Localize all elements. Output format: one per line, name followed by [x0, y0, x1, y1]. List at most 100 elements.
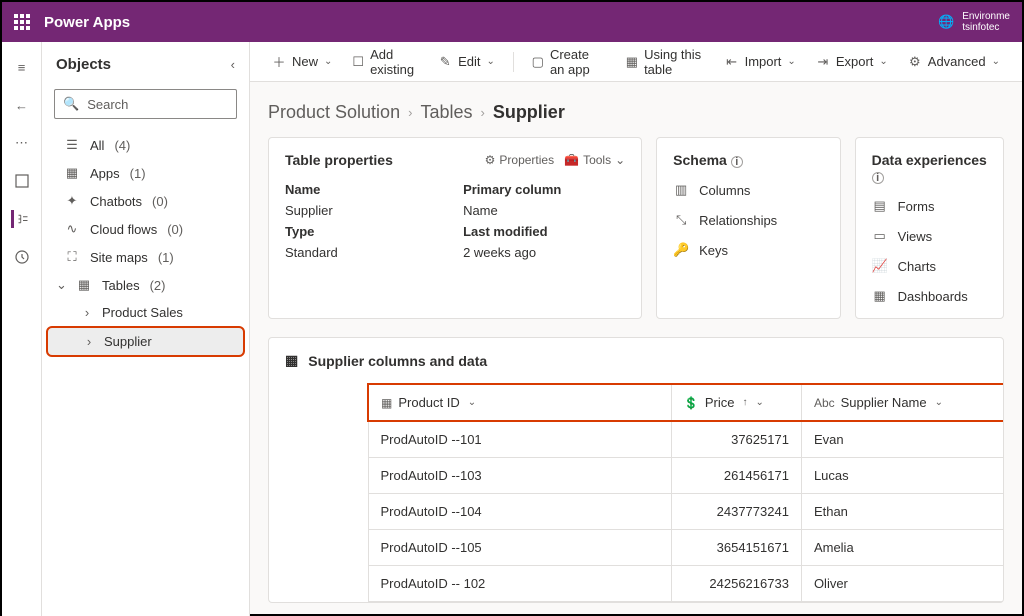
- data-section-title: Supplier columns and data: [308, 353, 487, 369]
- environment-value: tsinfotec: [962, 22, 1010, 33]
- tree-item-chatbots[interactable]: ✦ Chatbots (0): [46, 187, 245, 215]
- app-icon: ▦: [64, 165, 80, 181]
- value-type: Standard: [285, 245, 447, 260]
- form-icon: ▤: [872, 198, 888, 214]
- de-forms[interactable]: ▤Forms: [872, 198, 987, 214]
- search-input[interactable]: 🔍 Search: [54, 89, 237, 119]
- objects-title: Objects: [56, 56, 111, 73]
- tree-item-cloudflows[interactable]: ∿ Cloud flows (0): [46, 215, 245, 243]
- tools-button[interactable]: 🧰Tools⌄: [564, 153, 625, 167]
- nav-icon-tree[interactable]: [11, 210, 29, 228]
- col-supplier-name[interactable]: AbcSupplier Name⌄: [801, 384, 1003, 421]
- search-icon: 🔍: [63, 96, 79, 112]
- schema-card: Schema i ▥Columns ⤡Relationships 🔑Keys: [656, 137, 841, 319]
- schema-columns[interactable]: ▥Columns: [673, 182, 824, 198]
- chevron-down-icon: ⌄: [787, 56, 795, 67]
- sort-asc-icon: ↑: [742, 397, 747, 408]
- pencil-icon: ✎: [438, 54, 452, 70]
- app-launcher-icon[interactable]: [14, 14, 30, 30]
- value-primary: Name: [463, 203, 625, 218]
- view-icon: ▭: [872, 228, 888, 244]
- tree-item-product-sales[interactable]: › Product Sales: [46, 299, 245, 326]
- tree-item-apps[interactable]: ▦ Apps (1): [46, 159, 245, 187]
- table-row[interactable]: ProdAutoID --10137625171EvanGermany: [368, 421, 1004, 458]
- hamburger-icon[interactable]: ≡: [13, 58, 31, 76]
- objects-panel: Objects ‹ 🔍 Search ☰ All (4) ▦ Apps (1) …: [42, 42, 250, 616]
- crumb-current: Supplier: [493, 102, 565, 123]
- tree-item-all[interactable]: ☰ All (4): [46, 131, 245, 159]
- more-icon[interactable]: ⋯: [13, 134, 31, 152]
- label-primary: Primary column: [463, 182, 625, 197]
- gear-icon: ⚙: [485, 153, 496, 167]
- globe-icon: 🌐: [938, 14, 954, 30]
- export-icon: ⇥: [816, 54, 830, 70]
- history-icon[interactable]: [13, 248, 31, 266]
- card-title: Table properties: [285, 152, 393, 168]
- top-banner: Power Apps 🌐 Environme tsinfotec: [2, 2, 1022, 42]
- chevron-down-icon: ⌄: [935, 397, 943, 408]
- de-views[interactable]: ▭Views: [872, 228, 987, 244]
- chevron-right-icon: ›: [480, 105, 484, 120]
- add-existing-button[interactable]: ☐Add existing: [344, 43, 426, 81]
- tree-item-sitemaps[interactable]: ⛶ Site maps (1): [46, 243, 245, 271]
- table-row[interactable]: ProdAutoID --1042437773241EthanCanada: [368, 494, 1004, 530]
- chevron-right-icon: ›: [82, 305, 92, 320]
- chevron-down-icon: ⌄: [615, 153, 625, 167]
- chevron-down-icon: ⌄: [324, 56, 332, 67]
- command-bar: ＋New⌄ ☐Add existing ✎Edit⌄ ▢Create an ap…: [250, 42, 1022, 82]
- table-row[interactable]: ProdAutoID -- 10224256216733OliverAustra…: [368, 566, 1004, 602]
- tree-item-supplier[interactable]: › Supplier: [46, 326, 245, 357]
- chevron-down-icon: ⌄: [992, 56, 1000, 67]
- table-icon: ▦: [626, 54, 638, 70]
- chart-icon: 📈: [872, 258, 888, 274]
- table-icon: ▦: [285, 352, 298, 369]
- info-icon[interactable]: i: [731, 156, 743, 168]
- table-icon: ▦: [76, 277, 92, 293]
- settings-icon: ⚙: [908, 54, 922, 70]
- de-dashboards[interactable]: ▦Dashboards: [872, 288, 987, 304]
- list-icon: ☰: [64, 137, 80, 153]
- import-button[interactable]: ⇤Import⌄: [717, 50, 804, 74]
- advanced-button[interactable]: ⚙Advanced⌄: [900, 50, 1008, 74]
- col-price[interactable]: 💲Price↑⌄: [671, 384, 801, 421]
- crumb-solution[interactable]: Product Solution: [268, 102, 400, 123]
- edit-button[interactable]: ✎Edit⌄: [430, 50, 503, 74]
- schema-keys[interactable]: 🔑Keys: [673, 242, 824, 258]
- app-title: Power Apps: [44, 14, 130, 31]
- properties-button[interactable]: ⚙Properties: [485, 153, 554, 167]
- table-row[interactable]: ProdAutoID --1053654151671AmeliaFrance: [368, 530, 1004, 566]
- de-charts[interactable]: 📈Charts: [872, 258, 987, 274]
- text-icon: Abc: [814, 396, 835, 410]
- chevron-down-icon: ⌄: [468, 397, 476, 408]
- id-icon: ▦: [381, 396, 392, 410]
- environment-switcher[interactable]: 🌐 Environme tsinfotec: [938, 11, 1010, 33]
- collapse-panel-icon[interactable]: ‹: [231, 57, 235, 72]
- new-button[interactable]: ＋New⌄: [264, 48, 340, 75]
- nav-icon-1[interactable]: [13, 172, 31, 190]
- add-existing-icon: ☐: [352, 54, 364, 70]
- flow-icon: ∿: [64, 221, 80, 237]
- crumb-tables[interactable]: Tables: [420, 102, 472, 123]
- dashboard-icon: ▦: [872, 288, 888, 304]
- info-icon[interactable]: i: [872, 172, 884, 184]
- card-title: Data experiences i: [872, 152, 987, 184]
- create-app-button[interactable]: ▢Create an app: [524, 43, 614, 81]
- schema-relationships[interactable]: ⤡Relationships: [673, 212, 824, 228]
- main-area: ＋New⌄ ☐Add existing ✎Edit⌄ ▢Create an ap…: [250, 42, 1022, 614]
- columns-icon: ▥: [673, 182, 689, 198]
- table-row[interactable]: ProdAutoID --103261456171LucasJapan: [368, 458, 1004, 494]
- back-icon[interactable]: ←: [13, 96, 31, 114]
- chatbot-icon: ✦: [64, 193, 80, 209]
- value-name: Supplier: [285, 203, 447, 218]
- label-type: Type: [285, 224, 447, 239]
- sitemap-icon: ⛶: [64, 249, 80, 265]
- key-icon: 🔑: [673, 242, 689, 258]
- chevron-right-icon: ›: [408, 105, 412, 120]
- search-placeholder: Search: [87, 97, 128, 112]
- tree-item-tables[interactable]: ⌄ ▦ Tables (2): [46, 271, 245, 299]
- col-product-id[interactable]: ▦Product ID⌄: [368, 384, 671, 421]
- breadcrumb: Product Solution › Tables › Supplier: [250, 82, 1022, 137]
- using-table-button[interactable]: ▦Using this table: [618, 43, 713, 81]
- environment-label: Environme: [962, 11, 1010, 22]
- export-button[interactable]: ⇥Export⌄: [808, 50, 896, 74]
